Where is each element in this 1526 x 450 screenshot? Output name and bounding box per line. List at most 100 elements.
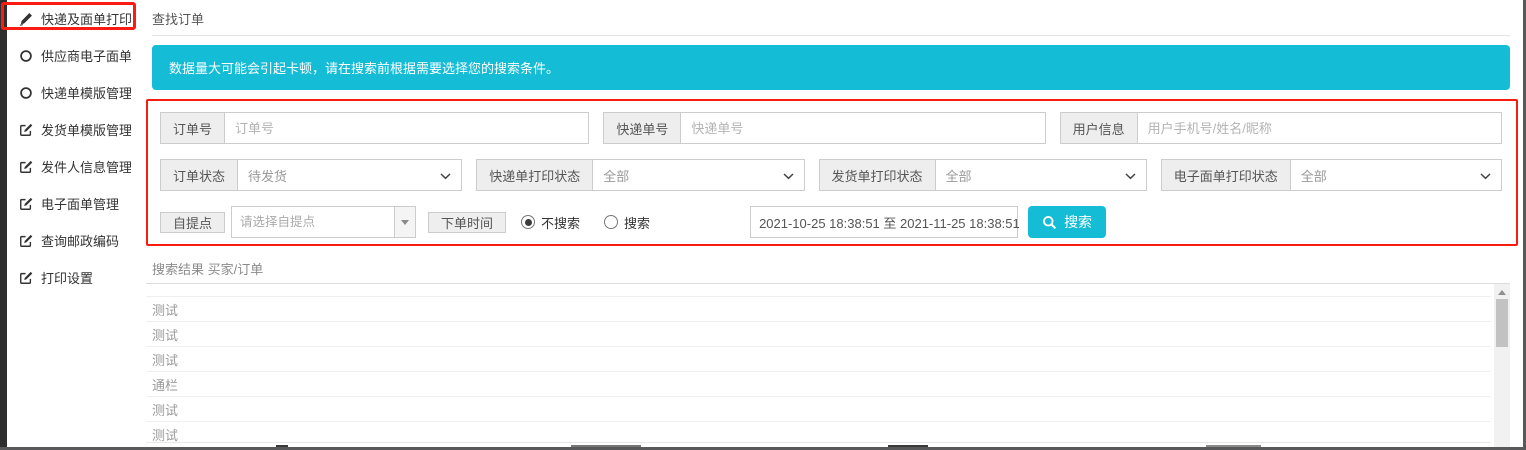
field-label: 快递单号 — [603, 112, 682, 144]
results-heading: 搜索结果 买家/订单 — [152, 262, 264, 277]
edit-icon — [18, 122, 33, 137]
caret-down-icon — [401, 219, 410, 225]
clipped-text-fragment — [888, 445, 928, 447]
main-content: 查找订单 数据量大可能会引起卡顿，请在搜索前根据需要选择您的搜索条件。 订单号快… — [131, 0, 1523, 447]
field-label: 用户信息 — [1059, 112, 1138, 144]
sidebar-item[interactable]: 电子面单管理 — [7, 185, 131, 222]
date-range-value: 2021-10-25 18:38:51 至 2021-11-25 18:38:5… — [759, 215, 1020, 231]
sidebar-item-label: 供应商电子面单 — [41, 49, 133, 64]
sidebar-item-label: 查询邮政编码 — [41, 234, 120, 249]
table-row[interactable]: 测试 — [146, 321, 1491, 346]
table-row[interactable]: 测试 — [146, 346, 1491, 371]
pickup-point-caret-button[interactable] — [394, 207, 416, 237]
chevron-down-icon — [1119, 168, 1136, 183]
select-dropdown[interactable]: 全部 — [935, 159, 1147, 191]
sidebar-menu: 快递及面单打印 供应商电子面单 快递单模版管理 发货单模版管理 发件人信息管理 电子面单管… — [7, 0, 133, 296]
input-group: 订单号 — [160, 112, 590, 144]
select-group: 快递单打印状态 全部 — [476, 159, 805, 191]
pickup-point-label: 自提点 — [160, 211, 226, 233]
text-field[interactable] — [1137, 112, 1502, 144]
text-field[interactable] — [681, 112, 1046, 144]
text-field[interactable] — [225, 112, 590, 144]
selected-value: 全部 — [1300, 168, 1327, 184]
field-label: 发货单打印状态 — [818, 159, 936, 191]
radio-no-search-label: 不搜索 — [541, 215, 581, 231]
results-divider — [146, 283, 1510, 284]
select-dropdown[interactable]: 全部 — [593, 159, 805, 191]
field-label: 订单状态 — [160, 159, 239, 191]
sidebar-item-label: 快递单模版管理 — [41, 86, 133, 101]
sidebar-item[interactable]: 查询邮政编码 — [7, 222, 131, 259]
radio-no-search[interactable]: 不搜索 — [521, 213, 580, 232]
edit-icon — [18, 196, 33, 211]
selected-value: 全部 — [945, 168, 972, 184]
clipped-row-remnant — [146, 442, 1491, 447]
sidebar-item-label: 打印设置 — [41, 271, 94, 286]
notice-text: 数据量大可能会引起卡顿，请在搜索前根据需要选择您的搜索条件。 — [169, 61, 560, 76]
field-label: 订单号 — [160, 112, 226, 144]
selected-value: 待发货 — [248, 168, 288, 184]
table-row[interactable]: 测试 — [146, 396, 1491, 421]
circle-icon — [18, 48, 33, 63]
results-table: 测试 测试 测试 通栏 测试 测试 — [146, 296, 1491, 446]
clipped-text-fragment — [571, 445, 641, 447]
app-window: 快递及面单打印 供应商电子面单 快递单模版管理 发货单模版管理 发件人信息管理 电子面单管… — [0, 0, 1526, 450]
form-row-2: 订单状态 待发货 快递单打印状态 全部 发货单打印状态 全部 电子面单打印状态 全部 — [160, 159, 1502, 191]
sidebar-item[interactable]: 打印设置 — [7, 259, 131, 296]
sidebar-item-label: 电子面单管理 — [41, 197, 120, 212]
order-time-label: 下单时间 — [428, 211, 507, 233]
input-group: 快递单号 — [603, 112, 1046, 144]
edit-icon — [18, 270, 33, 285]
pickup-point-input[interactable] — [232, 207, 395, 237]
sidebar-item-label: 发货单模版管理 — [41, 123, 133, 138]
sidebar-item-label: 发件人信息管理 — [41, 160, 133, 175]
field-label: 电子面单打印状态 — [1160, 159, 1291, 191]
chevron-down-icon — [1474, 168, 1491, 183]
sidebar: 快递及面单打印 供应商电子面单 快递单模版管理 发货单模版管理 发件人信息管理 电子面单管… — [7, 0, 133, 447]
sidebar-item[interactable]: 发件人信息管理 — [7, 148, 133, 185]
form-row-3: 自提点 下单时间 不搜索 搜索 — [160, 206, 1502, 238]
input-group: 用户信息 — [1059, 112, 1502, 144]
form-row-1: 订单号 快递单号 用户信息 — [160, 112, 1502, 144]
search-icon — [1043, 215, 1057, 229]
vertical-scrollbar[interactable] — [1494, 284, 1510, 447]
sidebar-item[interactable]: 供应商电子面单 — [7, 37, 133, 74]
edit-icon — [18, 159, 33, 174]
table-row[interactable]: 测试 — [146, 296, 1491, 321]
field-label: 快递单打印状态 — [476, 159, 594, 191]
sidebar-item[interactable]: 快递单模版管理 — [7, 74, 133, 111]
sidebar-item[interactable]: 发货单模版管理 — [7, 111, 133, 148]
chevron-down-icon — [434, 168, 451, 183]
radio-selected-icon — [521, 215, 536, 229]
table-row[interactable]: 通栏 — [146, 371, 1491, 396]
search-form: 订单号快递单号用户信息 订单状态待发货快递单打印状态全部发货单打印状态全部电子面… — [146, 99, 1518, 246]
collapsed-nav-rail — [0, 0, 7, 447]
select-group: 订单状态 待发货 — [160, 159, 463, 191]
chevron-down-icon — [777, 168, 794, 183]
clipped-text-fragment — [276, 445, 288, 447]
search-button-label: 搜索 — [1064, 214, 1093, 230]
edit-icon — [18, 233, 33, 248]
scroll-up-icon[interactable] — [1498, 290, 1506, 295]
date-range-input[interactable]: 2021-10-25 18:38:51 至 2021-11-25 18:38:5… — [750, 206, 1020, 238]
order-time-radios: 不搜索 搜索 — [521, 213, 650, 232]
sidebar-item-label: 快递及面单打印 — [41, 12, 133, 27]
search-button[interactable]: 搜索 — [1028, 206, 1107, 238]
select-group: 发货单打印状态 全部 — [818, 159, 1147, 191]
radio-unselected-icon — [604, 215, 619, 229]
title-divider — [152, 35, 1510, 36]
clipped-text-fragment — [1206, 445, 1261, 447]
radio-search-label: 搜索 — [624, 215, 651, 231]
pen-icon — [18, 11, 33, 26]
selected-value: 全部 — [603, 168, 630, 184]
scrollbar-thumb[interactable] — [1496, 299, 1508, 347]
sidebar-item[interactable]: 快递及面单打印 — [7, 0, 133, 37]
select-group: 电子面单打印状态 全部 — [1160, 159, 1502, 191]
select-dropdown[interactable]: 待发货 — [238, 159, 463, 191]
pickup-point-combobox[interactable] — [231, 206, 417, 238]
select-dropdown[interactable]: 全部 — [1290, 159, 1502, 191]
page-title: 查找订单 — [152, 12, 205, 27]
circle-icon — [18, 85, 33, 100]
radio-search[interactable]: 搜索 — [604, 213, 650, 232]
notice-bar: 数据量大可能会引起卡顿，请在搜索前根据需要选择您的搜索条件。 — [152, 45, 1510, 90]
